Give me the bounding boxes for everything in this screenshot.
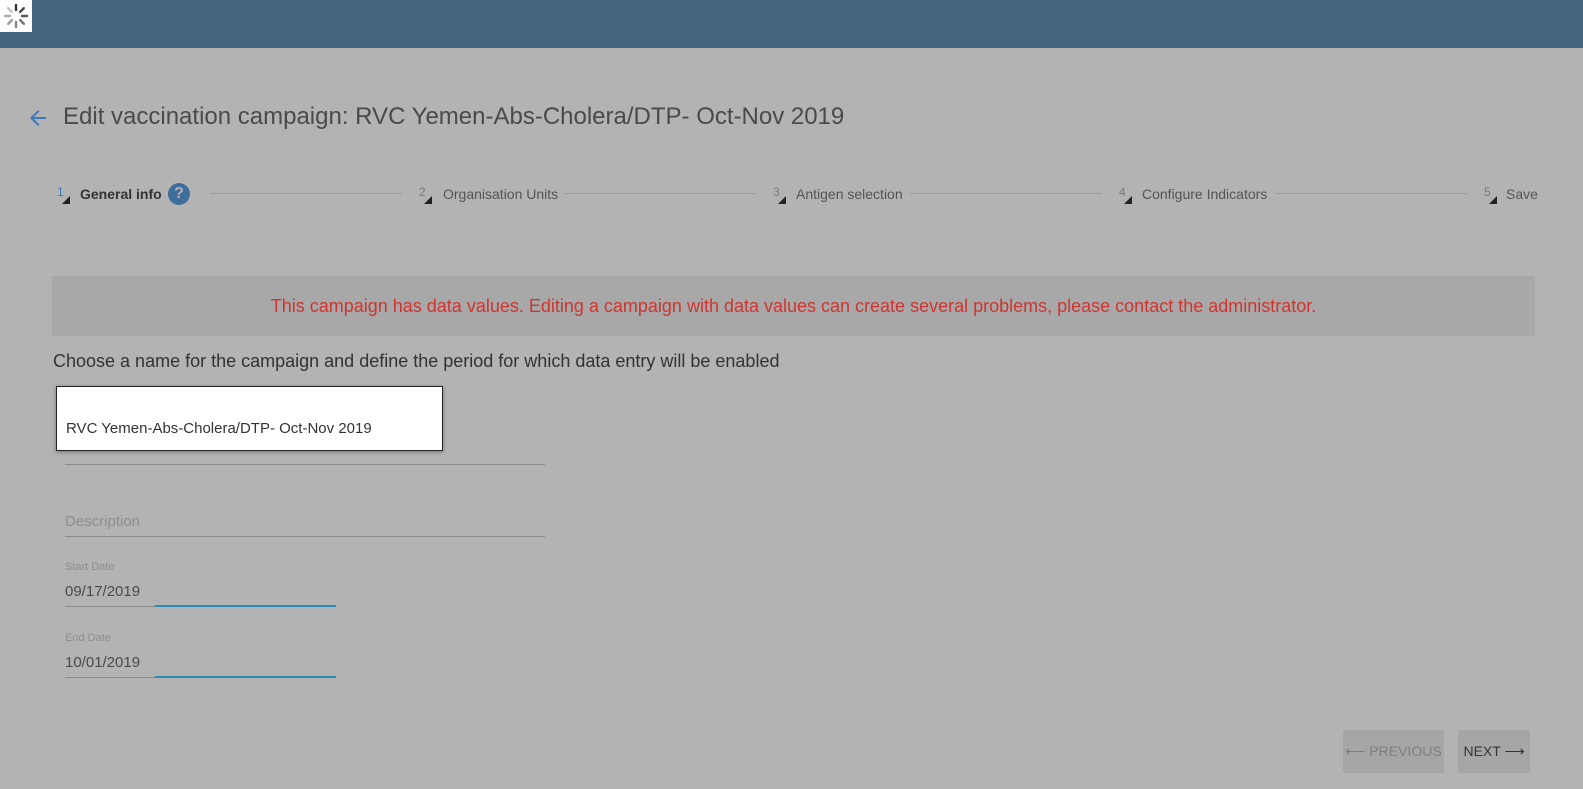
step-label: Save xyxy=(1506,186,1538,202)
step-label: Antigen selection xyxy=(796,186,903,202)
step-marker-icon xyxy=(1489,196,1497,204)
previous-button[interactable]: ⟵ PREVIOUS xyxy=(1343,730,1444,773)
end-date-focus-line xyxy=(155,676,336,678)
campaign-name-value: RVC Yemen-Abs-Cholera/DTP- Oct-Nov 2019 xyxy=(66,420,372,437)
campaign-name-field[interactable]: RVC Yemen-Abs-Cholera/DTP- Oct-Nov 2019 xyxy=(56,386,443,451)
form-instructions: Choose a name for the campaign and defin… xyxy=(53,351,780,371)
end-date-label: End Date xyxy=(65,632,111,644)
start-date-label: Start Date xyxy=(65,561,115,573)
next-button[interactable]: NEXT ⟶ xyxy=(1458,730,1530,773)
step-marker-icon xyxy=(778,196,786,204)
spinner-icon xyxy=(0,0,32,32)
step-label: Configure Indicators xyxy=(1142,186,1268,202)
start-date-field[interactable]: 09/17/2019 xyxy=(65,583,140,600)
step-connector xyxy=(564,193,756,194)
app-header xyxy=(0,0,1583,48)
step-marker-icon xyxy=(62,196,70,204)
description-underline xyxy=(65,536,545,537)
description-field[interactable]: Description xyxy=(65,513,140,530)
warning-text: This campaign has data values. Editing a… xyxy=(270,295,1317,316)
data-values-warning: This campaign has data values. Editing a… xyxy=(52,276,1535,336)
end-date-field[interactable]: 10/01/2019 xyxy=(65,654,140,671)
end-date-underline xyxy=(65,677,157,678)
page-title: Edit vaccination campaign: RVC Yemen-Abs… xyxy=(63,103,845,130)
step-label: General info xyxy=(80,186,162,202)
step-label: Organisation Units xyxy=(443,186,559,202)
help-icon[interactable]: ? xyxy=(168,183,190,205)
step-connector xyxy=(210,193,402,194)
name-field-underline xyxy=(65,464,545,465)
start-date-underline xyxy=(65,606,157,607)
step-connector xyxy=(1275,193,1467,194)
step-marker-icon xyxy=(424,196,432,204)
step-connector xyxy=(910,193,1102,194)
start-date-focus-line xyxy=(155,605,336,607)
back-arrow-icon[interactable] xyxy=(26,106,50,130)
step-marker-icon xyxy=(1124,196,1132,204)
